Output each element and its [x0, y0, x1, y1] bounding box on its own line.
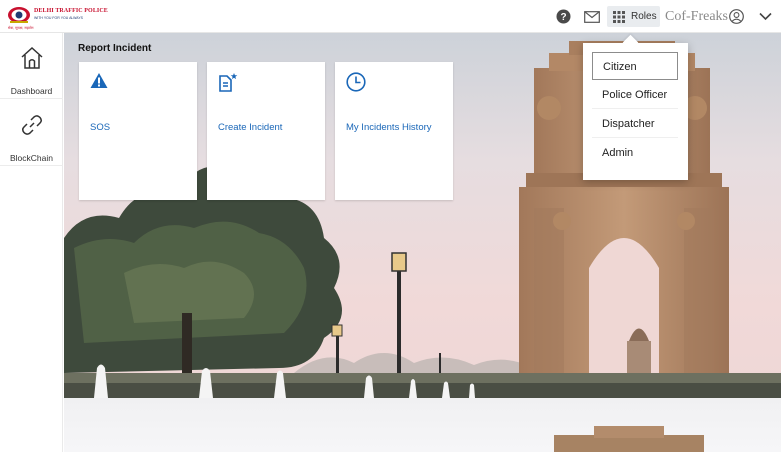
- my-incidents-history-tile[interactable]: My Incidents History: [335, 62, 453, 200]
- role-option-dispatcher[interactable]: Dispatcher: [592, 110, 678, 138]
- create-incident-tile[interactable]: Create Incident: [207, 62, 325, 200]
- logo-tagline: WITH YOU FOR YOU ALWAYS: [34, 16, 84, 20]
- sidebar-item-blockchain[interactable]: BlockChain: [0, 100, 63, 166]
- user-name: Cof-Freaks: [665, 9, 728, 24]
- roles-label: Roles: [631, 11, 657, 22]
- chevron-down-icon[interactable]: [759, 12, 772, 21]
- sidebar-item-dashboard[interactable]: Dashboard: [0, 33, 63, 99]
- page-heading: Report Incident: [78, 43, 152, 54]
- sidebar-item-label: Dashboard: [10, 86, 53, 96]
- role-option-police-officer[interactable]: Police Officer: [592, 81, 678, 109]
- tile-label-sos: SOS: [90, 122, 111, 133]
- tile-label-create-incident: Create Incident: [218, 122, 283, 133]
- role-option-admin[interactable]: Admin: [592, 139, 678, 167]
- warning-icon: [90, 73, 108, 88]
- new-document-icon: [219, 73, 238, 92]
- delhi-traffic-police-logo[interactable]: DELHI TRAFFIC POLICE WITH YOU FOR YOU AL…: [7, 5, 108, 31]
- sidebar-item-label: BlockChain: [10, 153, 53, 163]
- sidebar: Dashboard BlockChain: [0, 33, 63, 452]
- top-bar: DELHI TRAFFIC POLICE WITH YOU FOR YOU AL…: [0, 0, 781, 33]
- logo-hindi-motto: सेवा, सुरक्षा, सहयोग: [8, 26, 34, 30]
- roles-button[interactable]: Roles: [607, 6, 660, 27]
- user-circle-icon[interactable]: [729, 9, 744, 24]
- roles-dropdown-menu: Citizen Police Officer Dispatcher Admin: [583, 43, 688, 180]
- mail-icon[interactable]: [584, 11, 600, 23]
- grid-icon: [613, 11, 625, 23]
- clock-icon: [346, 72, 366, 92]
- role-option-citizen[interactable]: Citizen: [592, 52, 678, 80]
- tile-label-my-incidents-history: My Incidents History: [346, 122, 432, 133]
- sos-tile[interactable]: SOS: [79, 62, 197, 200]
- link-icon: [22, 115, 42, 135]
- police-emblem-icon: [8, 7, 30, 23]
- help-icon[interactable]: ?: [556, 9, 571, 24]
- home-icon: [21, 46, 43, 69]
- svg-text:?: ?: [560, 12, 566, 23]
- logo-title: DELHI TRAFFIC POLICE: [34, 8, 108, 14]
